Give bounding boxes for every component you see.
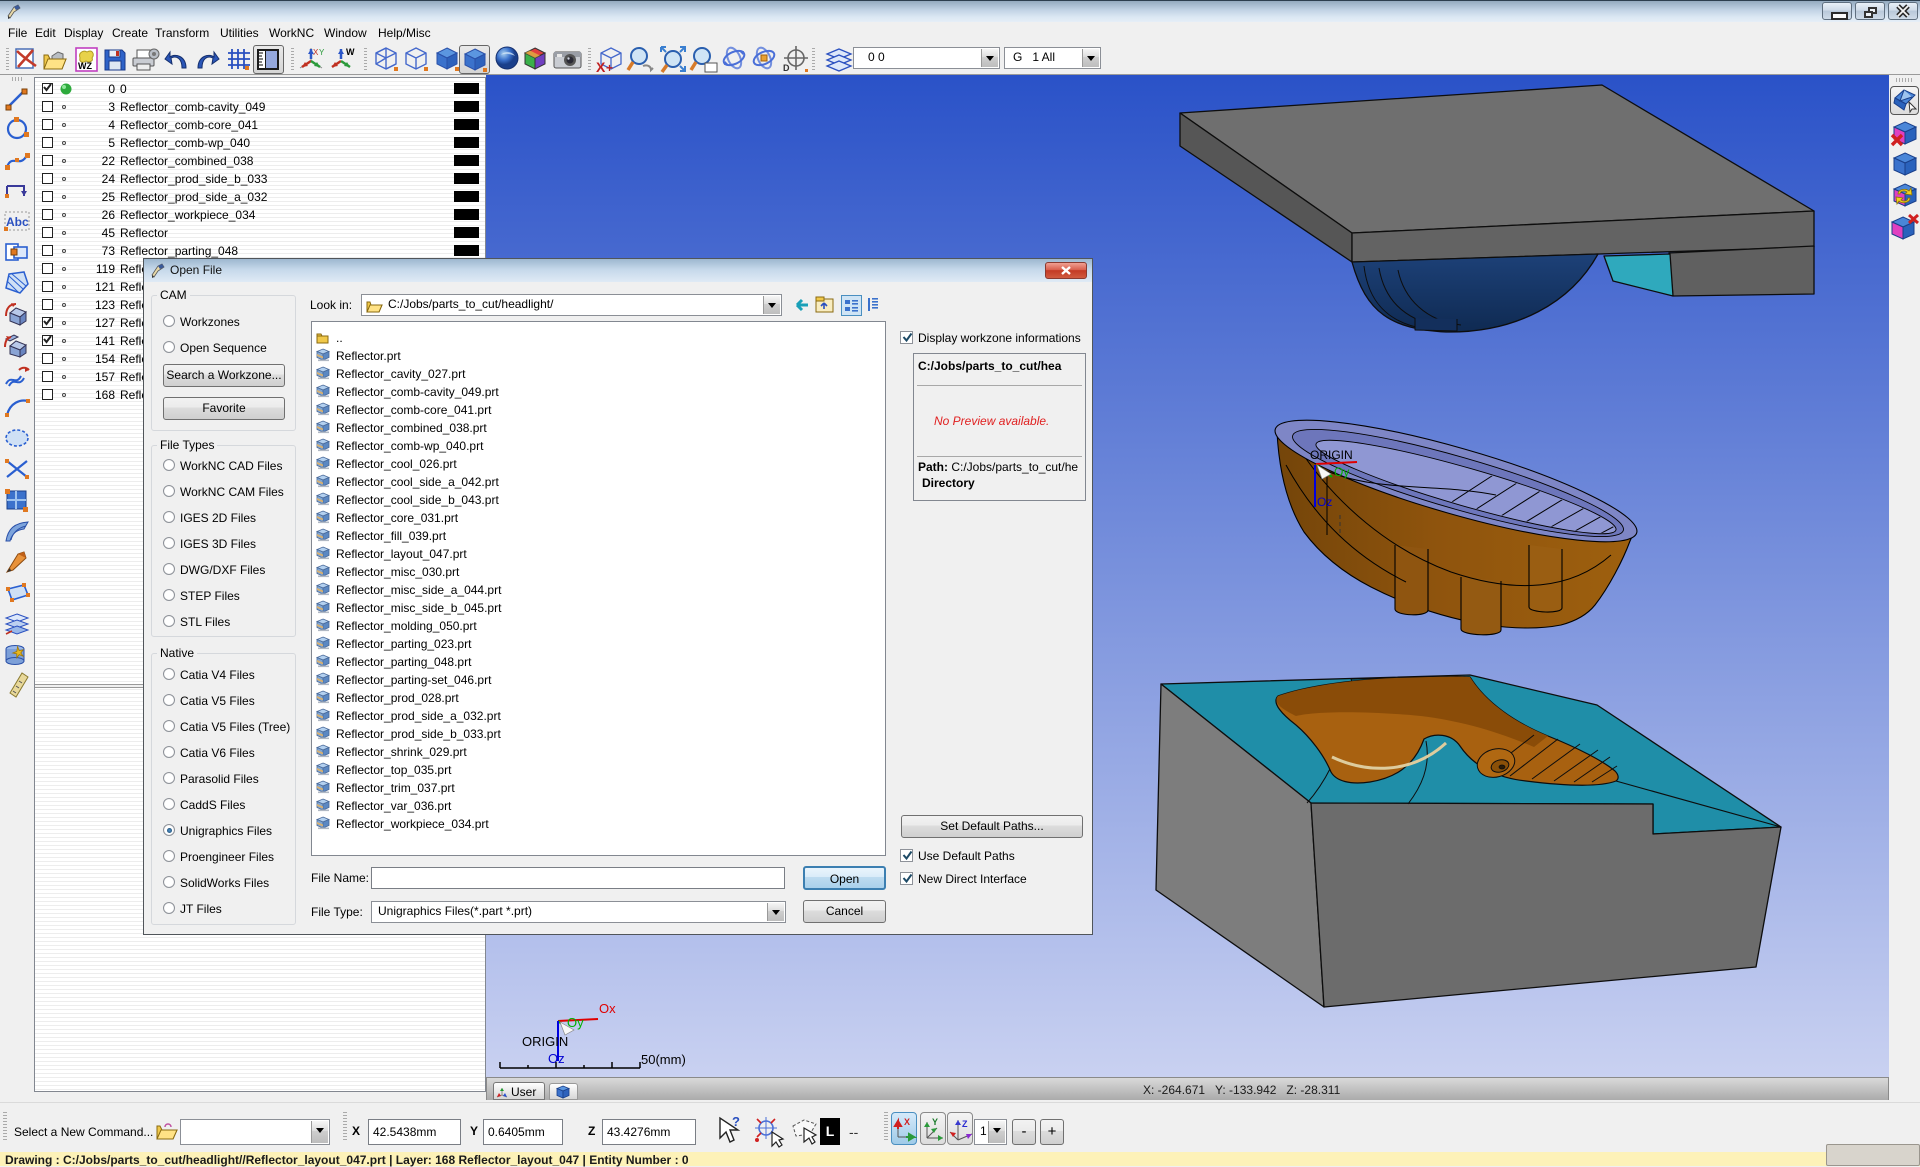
svg-text:Oy: Oy [1334,465,1349,479]
svg-text:WZ: WZ [78,61,92,71]
svg-text:Ox: Ox [599,1001,616,1016]
svg-text:Abc: Abc [6,215,29,229]
svg-text:W: W [346,47,355,57]
svg-text:+: + [606,61,613,74]
svg-text:Y: Y [319,48,325,57]
svg-text:Oy: Oy [567,1015,584,1030]
svg-text:ORIGIN: ORIGIN [522,1034,568,1049]
svg-text:ORIGIN: ORIGIN [1310,448,1353,462]
svg-text:Y: Y [932,1117,938,1127]
svg-text:?: ? [732,1114,740,1129]
svg-text:X: X [904,1117,910,1127]
svg-text:X: X [596,59,606,74]
svg-text:D: D [783,63,790,73]
svg-text:Z: Z [962,1119,968,1129]
svg-text:50(mm): 50(mm) [641,1052,686,1067]
svg-text:Oz: Oz [1317,495,1332,509]
